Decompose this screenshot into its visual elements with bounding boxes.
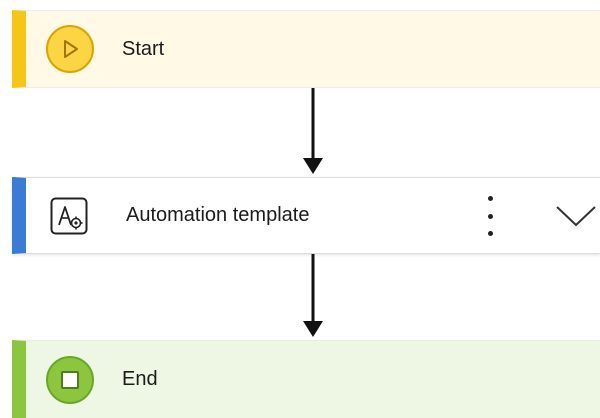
chevron-down-icon[interactable] [554,202,598,230]
play-icon [46,25,94,73]
flow-canvas: Start Automation template End [0,0,600,418]
automation-template-icon [50,197,88,235]
start-step-label: Start [122,37,165,60]
end-step[interactable]: End [12,340,600,418]
automation-template-glyph [50,197,88,234]
play-icon-glyph [64,40,78,58]
stop-square [61,370,79,389]
arrow-down-icon [303,254,323,337]
start-step[interactable]: Start [12,10,600,88]
menu-dot [487,213,493,219]
menu-dot [487,231,493,236]
vertical-ellipsis-icon[interactable] [478,196,502,236]
automation-template-label: Automation template [126,204,310,226]
menu-dot [487,196,493,201]
arrow-down-icon [303,88,323,174]
end-step-label: End [122,368,158,390]
automation-template-step[interactable]: Automation template [12,177,600,254]
stop-icon [46,355,94,404]
